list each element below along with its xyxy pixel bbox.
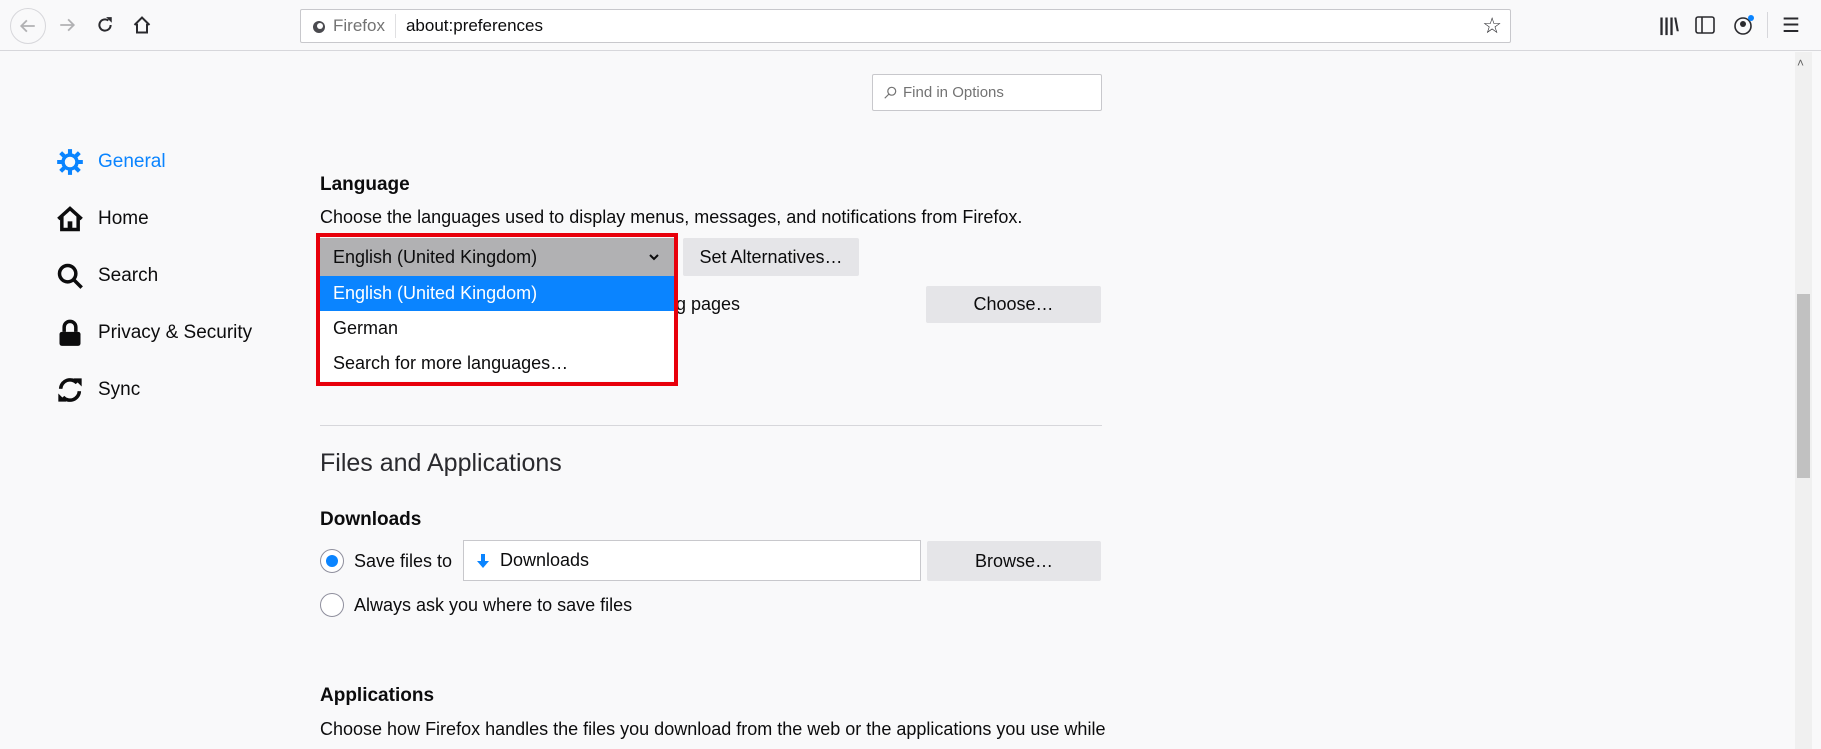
applications-description: Choose how Firefox handles the files you… xyxy=(320,719,1106,739)
browser-toolbar: Firefox about:preferences ☆ |||\ ☰ xyxy=(0,0,1821,51)
highlight-box xyxy=(316,233,678,386)
menu-icon[interactable]: ☰ xyxy=(1776,10,1806,40)
back-button[interactable] xyxy=(10,8,46,44)
home-icon xyxy=(57,206,83,232)
sidebar-item-label: Home xyxy=(98,208,149,229)
sidebar-item-label: Search xyxy=(98,265,159,286)
sidebar-item-label: General xyxy=(98,151,166,172)
always-ask-label[interactable]: Always ask you where to save files xyxy=(354,595,632,616)
download-folder-name: Downloads xyxy=(500,550,590,570)
home-icon xyxy=(133,16,151,34)
browse-button[interactable]: Browse… xyxy=(927,541,1101,581)
reload-button[interactable] xyxy=(90,10,120,40)
page-language-text: g pages xyxy=(676,294,741,314)
bookmark-star-icon[interactable]: ☆ xyxy=(1482,13,1502,39)
sidebar-item-label: Sync xyxy=(98,379,141,400)
sync-icon xyxy=(58,378,82,402)
sidebar-item-home[interactable]: Home xyxy=(56,205,149,233)
find-placeholder: Find in Options xyxy=(903,84,1004,101)
applications-heading: Applications xyxy=(320,685,435,706)
search-icon xyxy=(57,263,83,289)
sidebar-item-sync[interactable]: Sync xyxy=(56,376,140,404)
section-divider xyxy=(320,425,1102,426)
language-description: Choose the languages used to display men… xyxy=(320,207,1023,227)
save-files-label[interactable]: Save files to xyxy=(354,551,452,572)
always-ask-radio[interactable] xyxy=(320,593,344,617)
reload-icon xyxy=(98,17,112,32)
sidebar-toggle-icon[interactable] xyxy=(1690,10,1720,40)
downloads-heading: Downloads xyxy=(320,509,422,530)
search-icon xyxy=(884,86,897,99)
forward-button[interactable] xyxy=(52,10,82,40)
lock-icon xyxy=(59,319,81,346)
arrow-right-icon xyxy=(60,18,76,32)
gear-icon xyxy=(57,149,83,175)
home-button[interactable] xyxy=(127,10,157,40)
identity-box[interactable]: Firefox xyxy=(301,14,396,38)
sidebar-item-general[interactable]: General xyxy=(56,148,166,176)
scroll-up-icon[interactable]: ˄ xyxy=(1797,56,1804,70)
set-alternatives-button[interactable]: Set Alternatives… xyxy=(683,238,859,276)
language-heading: Language xyxy=(320,174,410,195)
scrollbar-thumb[interactable] xyxy=(1797,294,1810,478)
url-bar[interactable]: Firefox about:preferences ☆ xyxy=(300,9,1511,43)
sidebar-item-search[interactable]: Search xyxy=(56,262,158,290)
sidebar-item-label: Privacy & Security xyxy=(98,322,253,343)
sidebar-item-privacy[interactable]: Privacy & Security xyxy=(56,319,252,347)
account-icon[interactable] xyxy=(1729,10,1759,40)
library-icon[interactable]: |||\ xyxy=(1654,10,1684,40)
find-in-options-input[interactable]: Find in Options xyxy=(872,74,1102,111)
identity-label: Firefox xyxy=(333,16,385,35)
arrow-left-icon xyxy=(19,19,35,33)
save-files-radio[interactable] xyxy=(320,549,344,573)
choose-languages-button[interactable]: Choose… xyxy=(926,286,1101,323)
download-folder-field[interactable]: Downloads xyxy=(463,540,921,581)
url-text[interactable]: about:preferences xyxy=(396,16,543,36)
download-arrow-icon xyxy=(477,553,489,568)
files-applications-heading: Files and Applications xyxy=(320,449,562,477)
toolbar-separator xyxy=(1767,12,1768,38)
firefox-logo-icon xyxy=(313,21,325,33)
